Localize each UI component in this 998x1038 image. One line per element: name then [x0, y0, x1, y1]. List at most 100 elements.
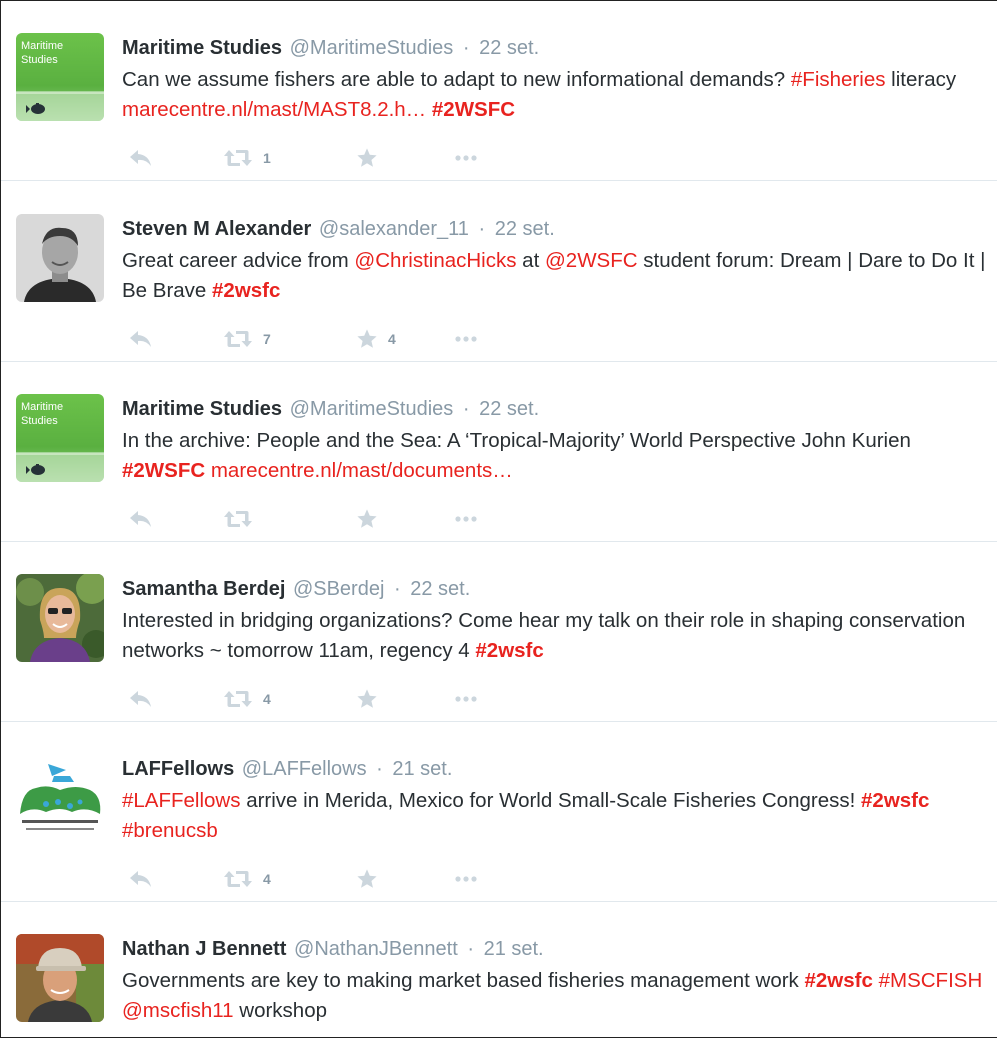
avatar[interactable]: [16, 574, 104, 662]
avatar[interactable]: Maritime Studies: [16, 394, 104, 482]
reply-button[interactable]: [128, 324, 154, 354]
tweet-text: #LAFFellows arrive in Merida, Mexico for…: [122, 786, 992, 846]
more-icon: [454, 875, 478, 883]
author-handle[interactable]: @MaritimeStudies: [290, 398, 454, 420]
mention-link[interactable]: @2WSFC: [545, 249, 638, 272]
hashtag-link[interactable]: #2wsfc: [212, 279, 280, 302]
author-handle[interactable]: @MaritimeStudies: [290, 37, 454, 59]
star-icon: [356, 147, 378, 169]
mention-link[interactable]: @mscfish11: [122, 999, 234, 1022]
author-name[interactable]: LAFFellows: [122, 758, 234, 780]
more-button[interactable]: [454, 324, 478, 354]
star-icon: [356, 868, 378, 890]
text-segment: at: [516, 249, 545, 272]
hashtag-link[interactable]: #2wsfc: [475, 639, 543, 662]
author-name[interactable]: Maritime Studies: [122, 398, 282, 420]
retweet-count: 4: [263, 871, 271, 887]
author-name[interactable]: Steven M Alexander: [122, 218, 311, 240]
retweet-count: 7: [263, 331, 271, 347]
retweet-icon: [223, 688, 253, 710]
reply-button[interactable]: [128, 864, 154, 894]
retweet-button[interactable]: 4: [223, 864, 271, 894]
avatar-text: Studies: [21, 415, 58, 427]
hashtag-link[interactable]: #2WSFC: [122, 459, 205, 482]
retweet-button[interactable]: 4: [223, 684, 271, 714]
favorite-button[interactable]: [356, 684, 388, 714]
timestamp[interactable]: 22 set.: [495, 218, 555, 240]
retweet-button[interactable]: 1: [223, 143, 271, 173]
tweet[interactable]: Maritime Studies Maritime Studies @Mariti…: [1, 1, 997, 181]
text-segment: workshop: [233, 999, 328, 1022]
tweet[interactable]: Nathan J Bennett @NathanJBennett · 21 se…: [1, 902, 997, 1037]
tweet-text: Governments are key to making market bas…: [122, 966, 992, 1026]
avatar[interactable]: [16, 214, 104, 302]
author-name[interactable]: Nathan J Bennett: [122, 938, 286, 960]
retweet-icon: [223, 508, 253, 530]
tweet[interactable]: Maritime Studies Maritime Studies @Mariti…: [1, 362, 997, 542]
avatar[interactable]: [16, 754, 104, 842]
reply-button[interactable]: [128, 143, 154, 173]
retweet-icon: [223, 328, 253, 350]
more-button[interactable]: [454, 684, 478, 714]
tweet[interactable]: LAFFellows @LAFFellows · 21 set. #LAFFel…: [1, 722, 997, 902]
tweet-header: LAFFellows @LAFFellows · 21 set.: [122, 754, 452, 784]
reply-icon: [128, 329, 154, 349]
tweet-actions: 4: [122, 864, 622, 894]
avatar[interactable]: Maritime Studies: [16, 33, 104, 121]
url-link[interactable]: marecentre.nl/mast/documents…: [211, 459, 513, 482]
timestamp[interactable]: 22 set.: [410, 578, 470, 600]
star-icon: [356, 508, 378, 530]
author-handle[interactable]: @salexander_11: [319, 218, 469, 240]
hashtag-link[interactable]: #MSCFISH: [879, 969, 983, 992]
hashtag-link[interactable]: #Fisheries: [791, 68, 886, 91]
timestamp[interactable]: 21 set.: [392, 758, 452, 780]
tweet-header: Samantha Berdej @SBerdej · 22 set.: [122, 574, 470, 604]
tweet-actions: 4: [122, 684, 622, 714]
retweet-button[interactable]: 7: [223, 324, 271, 354]
hashtag-link[interactable]: #brenucsb: [122, 819, 218, 842]
favorite-button[interactable]: [356, 504, 388, 534]
separator: ·: [462, 37, 470, 59]
more-icon: [454, 695, 478, 703]
timestamp[interactable]: 21 set.: [484, 938, 544, 960]
reply-icon: [128, 689, 154, 709]
retweet-button[interactable]: [223, 504, 263, 534]
more-icon: [454, 154, 478, 162]
tweet-header: Maritime Studies @MaritimeStudies · 22 s…: [122, 394, 539, 424]
hashtag-link[interactable]: #LAFFellows: [122, 789, 241, 812]
author-handle[interactable]: @SBerdej: [293, 578, 384, 600]
avatar[interactable]: [16, 934, 104, 1022]
retweet-count: 1: [263, 150, 271, 166]
reply-icon: [128, 869, 154, 889]
favorite-button[interactable]: [356, 864, 388, 894]
favorite-button[interactable]: 4: [356, 324, 396, 354]
author-name[interactable]: Samantha Berdej: [122, 578, 285, 600]
reply-icon: [128, 148, 154, 168]
favorite-count: 4: [388, 331, 396, 347]
text-segment: Great career advice from: [122, 249, 355, 272]
reply-icon: [128, 509, 154, 529]
hashtag-link[interactable]: #2WSFC: [432, 98, 515, 121]
more-button[interactable]: [454, 504, 478, 534]
more-button[interactable]: [454, 864, 478, 894]
avatar-text: Studies: [21, 54, 58, 66]
hashtag-link[interactable]: #2wsfc: [861, 789, 929, 812]
author-handle[interactable]: @LAFFellows: [242, 758, 367, 780]
author-handle[interactable]: @NathanJBennett: [294, 938, 458, 960]
timestamp[interactable]: 22 set.: [479, 37, 539, 59]
url-link[interactable]: marecentre.nl/mast/MAST8.2.h…: [122, 98, 426, 121]
reply-button[interactable]: [128, 504, 154, 534]
retweet-count: 4: [263, 691, 271, 707]
tweet[interactable]: Samantha Berdej @SBerdej · 22 set. Inter…: [1, 542, 997, 722]
mention-link[interactable]: @ChristinacHicks: [354, 249, 516, 272]
reply-button[interactable]: [128, 684, 154, 714]
favorite-button[interactable]: [356, 143, 388, 173]
more-icon: [454, 515, 478, 523]
hashtag-link[interactable]: #2wsfc: [805, 969, 873, 992]
timestamp[interactable]: 22 set.: [479, 398, 539, 420]
text-segment: arrive in Merida, Mexico for World Small…: [240, 789, 862, 812]
author-name[interactable]: Maritime Studies: [122, 37, 282, 59]
avatar-text: Maritime: [21, 40, 63, 52]
more-button[interactable]: [454, 143, 478, 173]
tweet[interactable]: Steven M Alexander @salexander_11 · 22 s…: [1, 182, 997, 362]
